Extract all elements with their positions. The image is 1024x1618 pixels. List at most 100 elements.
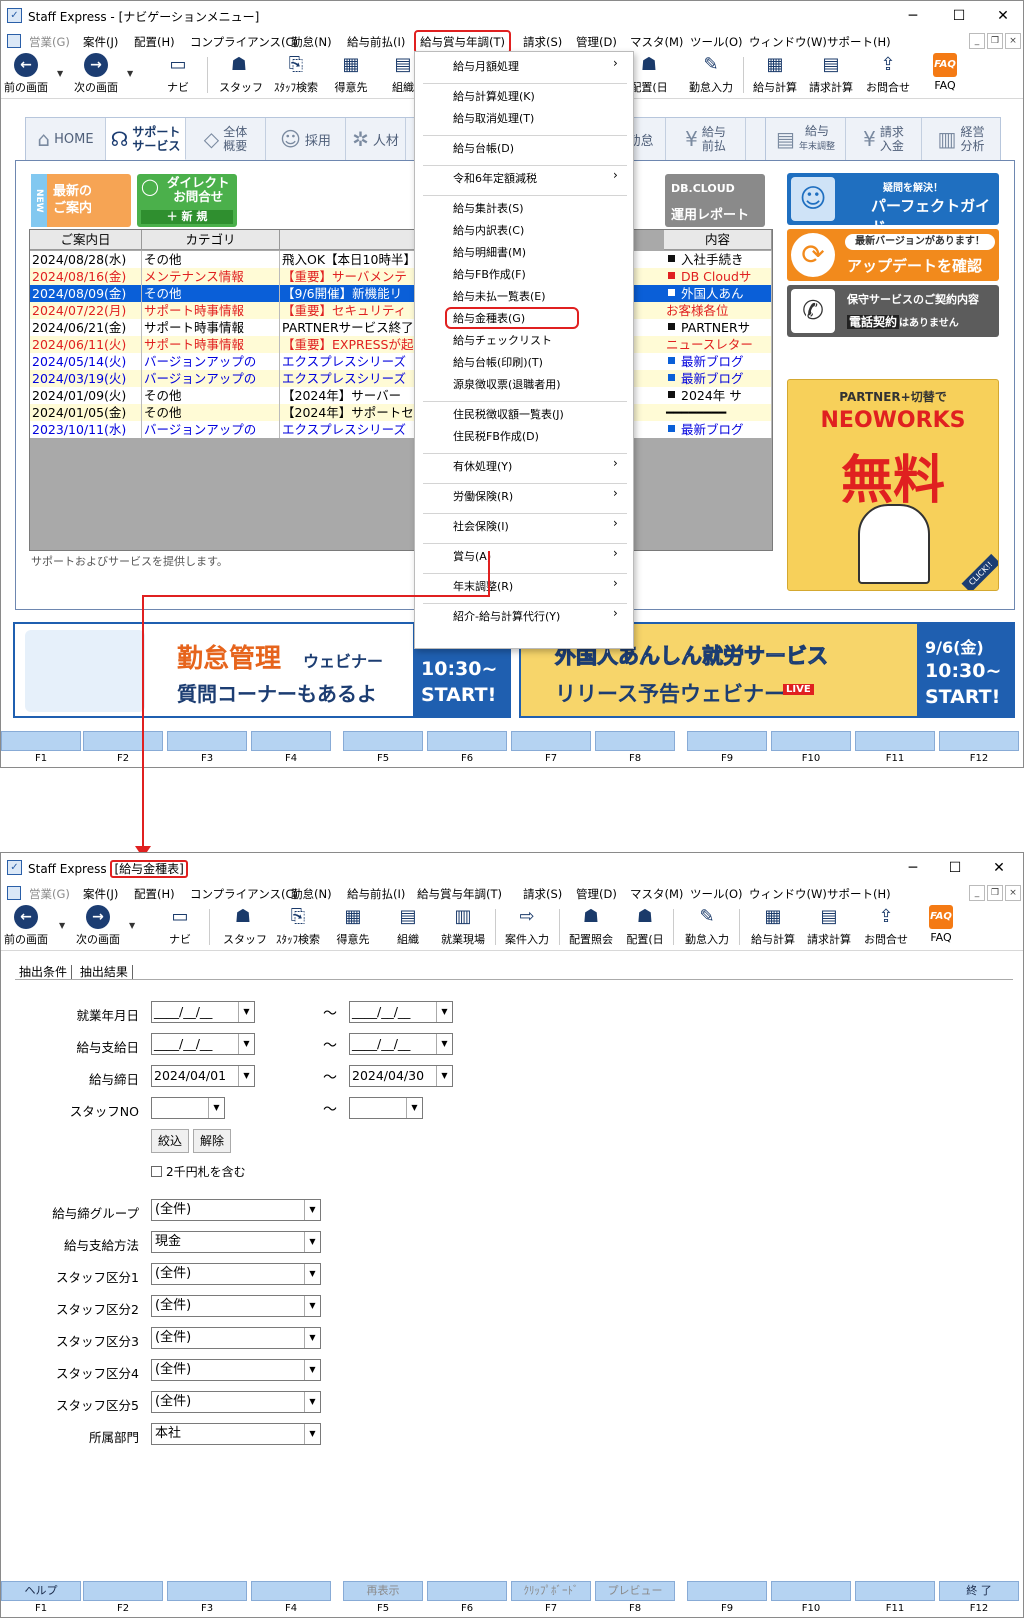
- function-key-f4[interactable]: [251, 731, 331, 751]
- dropdown-select[interactable]: (全件) ▼: [151, 1359, 321, 1381]
- chevron-down-icon[interactable]: ▼: [59, 921, 65, 930]
- staff-search-button[interactable]: ⎘ ｽﾀｯﾌ検索: [271, 905, 325, 947]
- menu-item[interactable]: 給与金種表(G): [445, 307, 579, 329]
- maintenance-contract-banner[interactable]: ✆ 保守サービスのご契約内容 電話契約 はありません: [787, 285, 999, 337]
- maximize-button[interactable]: ☐: [937, 4, 981, 28]
- function-key-f1[interactable]: ヘルプ: [1, 1581, 81, 1601]
- forward-button[interactable]: → 次の画面: [71, 53, 121, 95]
- table-row[interactable]: 2024/07/22(月) サポート時事情報 【重要】セキュリティ お客様各位: [30, 302, 772, 319]
- tab-analysis[interactable]: ▥ 経営 分析: [922, 118, 1000, 160]
- client-button[interactable]: ▦ 得意先: [331, 53, 371, 95]
- chevron-down-icon[interactable]: ▼: [57, 69, 63, 78]
- close-button[interactable]: ✕: [977, 856, 1021, 880]
- mdi-restore-button[interactable]: ❐: [987, 33, 1003, 49]
- menu-advance-pay[interactable]: 給与前払(I): [347, 34, 405, 50]
- tab-overview[interactable]: ◇ 全体 概要: [186, 118, 266, 160]
- function-key-f3[interactable]: [167, 731, 247, 751]
- menu-sales[interactable]: 営業(G): [29, 34, 70, 50]
- menu-billing[interactable]: 請求(S): [523, 886, 562, 902]
- menu-item[interactable]: 源泉徴収票(退職者用): [453, 376, 561, 392]
- mdi-restore-button[interactable]: ❐: [987, 885, 1003, 901]
- dropdown-select[interactable]: (全件) ▼: [151, 1391, 321, 1413]
- tab-recruit[interactable]: ☺ 採用: [266, 118, 346, 160]
- menu-attendance[interactable]: 勤怠(N): [291, 886, 332, 902]
- db-cloud-report-button[interactable]: DB.CLOUD 運用レポート: [665, 174, 765, 227]
- navi-button[interactable]: ▭ ナビ: [163, 53, 193, 95]
- back-button[interactable]: ← 前の画面: [3, 53, 49, 95]
- menu-item[interactable]: 給与台帳(D): [453, 140, 514, 156]
- mdi-close-button[interactable]: ×: [1005, 885, 1021, 901]
- pay-date-from-input[interactable]: ____/__/__ ▼: [151, 1033, 255, 1055]
- dropdown-select[interactable]: (全件) ▼: [151, 1199, 321, 1221]
- maximize-button[interactable]: ☐: [933, 856, 977, 880]
- attendance-input-button[interactable]: ✎ 勤怠入力: [681, 905, 733, 947]
- close-date-from-input[interactable]: 2024/04/01 ▼: [151, 1065, 255, 1087]
- table-row[interactable]: 2024/03/19(火) バージョンアップの エクスプレスシリーズ 最新ブログ: [30, 370, 772, 387]
- function-key-f9[interactable]: [687, 731, 767, 751]
- menu-sales[interactable]: 営業(G): [29, 886, 70, 902]
- org-button[interactable]: ▤ 組織: [393, 905, 423, 947]
- menu-item[interactable]: 労働保険(R): [453, 488, 513, 504]
- pay-date-to-input[interactable]: ____/__/__ ▼: [349, 1033, 453, 1055]
- faq-button[interactable]: FAQ FAQ: [925, 905, 957, 944]
- function-key-f9[interactable]: [687, 1581, 767, 1601]
- menu-item[interactable]: 令和6年定額減税: [453, 170, 537, 186]
- function-key-f12[interactable]: 終 了: [939, 1581, 1019, 1601]
- navi-button[interactable]: ▭ ナビ: [165, 905, 195, 947]
- table-row[interactable]: 2024/01/09(火) その他 【2024年】サーバー 2024年 サ: [30, 387, 772, 404]
- staff-no-to-select[interactable]: ▼: [349, 1097, 423, 1119]
- function-key-f11[interactable]: [855, 731, 935, 751]
- menu-item[interactable]: 給与計算処理(K): [453, 88, 535, 104]
- menu-item[interactable]: 有休処理(Y): [453, 458, 512, 474]
- back-button[interactable]: ← 前の画面: [3, 905, 49, 947]
- project-input-button[interactable]: ⇨ 案件入力: [501, 905, 553, 947]
- inquiry-button[interactable]: ⇪ お問合せ: [861, 905, 911, 947]
- function-key-f6[interactable]: [427, 1581, 507, 1601]
- mdi-minimize-button[interactable]: _: [969, 885, 985, 901]
- placement-inquiry-button[interactable]: ☗ 配置照会: [565, 905, 617, 947]
- attendance-input-button[interactable]: ✎ 勤怠入力: [685, 53, 737, 95]
- function-key-f4[interactable]: [251, 1581, 331, 1601]
- menu-item[interactable]: 給与内訳表(C): [453, 222, 524, 238]
- menu-tools[interactable]: ツール(O): [690, 886, 743, 902]
- menu-management[interactable]: 管理(D): [576, 34, 617, 50]
- menu-project[interactable]: 案件(J): [83, 34, 118, 50]
- include-2000yen-checkbox[interactable]: 2千円札を含む: [151, 1163, 246, 1180]
- org-button[interactable]: ▤ 組織: [389, 53, 417, 95]
- minimize-button[interactable]: ─: [891, 4, 935, 28]
- tab-results[interactable]: 抽出結果: [75, 965, 133, 979]
- menu-item[interactable]: 紹介-給与計算代行(Y): [453, 608, 560, 624]
- work-date-to-input[interactable]: ____/__/__ ▼: [349, 1001, 453, 1023]
- function-key-f12[interactable]: [939, 731, 1019, 751]
- menu-item[interactable]: 賞与(A): [453, 548, 491, 564]
- inquiry-button[interactable]: ⇪ お問合せ: [863, 53, 913, 95]
- function-key-f6[interactable]: [427, 731, 507, 751]
- function-key-f1[interactable]: [1, 731, 81, 751]
- menu-management[interactable]: 管理(D): [576, 886, 617, 902]
- chevron-down-icon[interactable]: ▼: [127, 69, 133, 78]
- table-row[interactable]: 2024/05/14(火) バージョンアップの エクスプレスシリーズ 最新ブログ: [30, 353, 772, 370]
- direct-inquiry-button[interactable]: ◯ ダイレクト お問合せ ＋ 新 規: [137, 174, 237, 227]
- menu-placement[interactable]: 配置(H): [134, 886, 175, 902]
- table-row[interactable]: 2024/06/21(金) サポート時事情報 PARTNERサービス終了 PARTNE…: [30, 319, 772, 336]
- menu-support[interactable]: サポート(H): [827, 886, 891, 902]
- menu-item[interactable]: 給与集計表(S): [453, 200, 524, 216]
- function-key-f5[interactable]: [343, 731, 423, 751]
- perfect-guide-banner[interactable]: ☺ 疑問を解決！ パーフェクトガイド: [787, 173, 999, 225]
- work-date-from-input[interactable]: ____/__/__ ▼: [151, 1001, 255, 1023]
- menu-item[interactable]: 給与チェックリスト: [453, 332, 552, 348]
- close-date-to-input[interactable]: 2024/04/30 ▼: [349, 1065, 453, 1087]
- function-key-f3[interactable]: [167, 1581, 247, 1601]
- staff-search-button[interactable]: ⎘ ｽﾀｯﾌ検索: [269, 53, 323, 95]
- table-row[interactable]: 2024/08/28(水) その他 飛入OK【本日10時半】 入社手続き: [30, 251, 772, 268]
- menu-tools[interactable]: ツール(O): [690, 34, 743, 50]
- function-key-f11[interactable]: [855, 1581, 935, 1601]
- mdi-minimize-button[interactable]: _: [969, 33, 985, 49]
- table-row[interactable]: 2024/01/05(金) その他 【2024年】サポートセ ━━━━━━━━: [30, 404, 772, 421]
- menu-compliance[interactable]: コンプライアンス(C): [190, 886, 298, 902]
- menu-billing[interactable]: 請求(S): [523, 34, 562, 50]
- menu-payroll[interactable]: 給与賞与年調(T): [417, 886, 502, 902]
- dropdown-select[interactable]: 本社 ▼: [151, 1423, 321, 1445]
- tab-advance-pay[interactable]: ¥ 給与 前払: [666, 118, 746, 160]
- table-row[interactable]: 2024/06/11(火) サポート時事情報 【重要】EXPRESSが起 ニュースレタ…: [30, 336, 772, 353]
